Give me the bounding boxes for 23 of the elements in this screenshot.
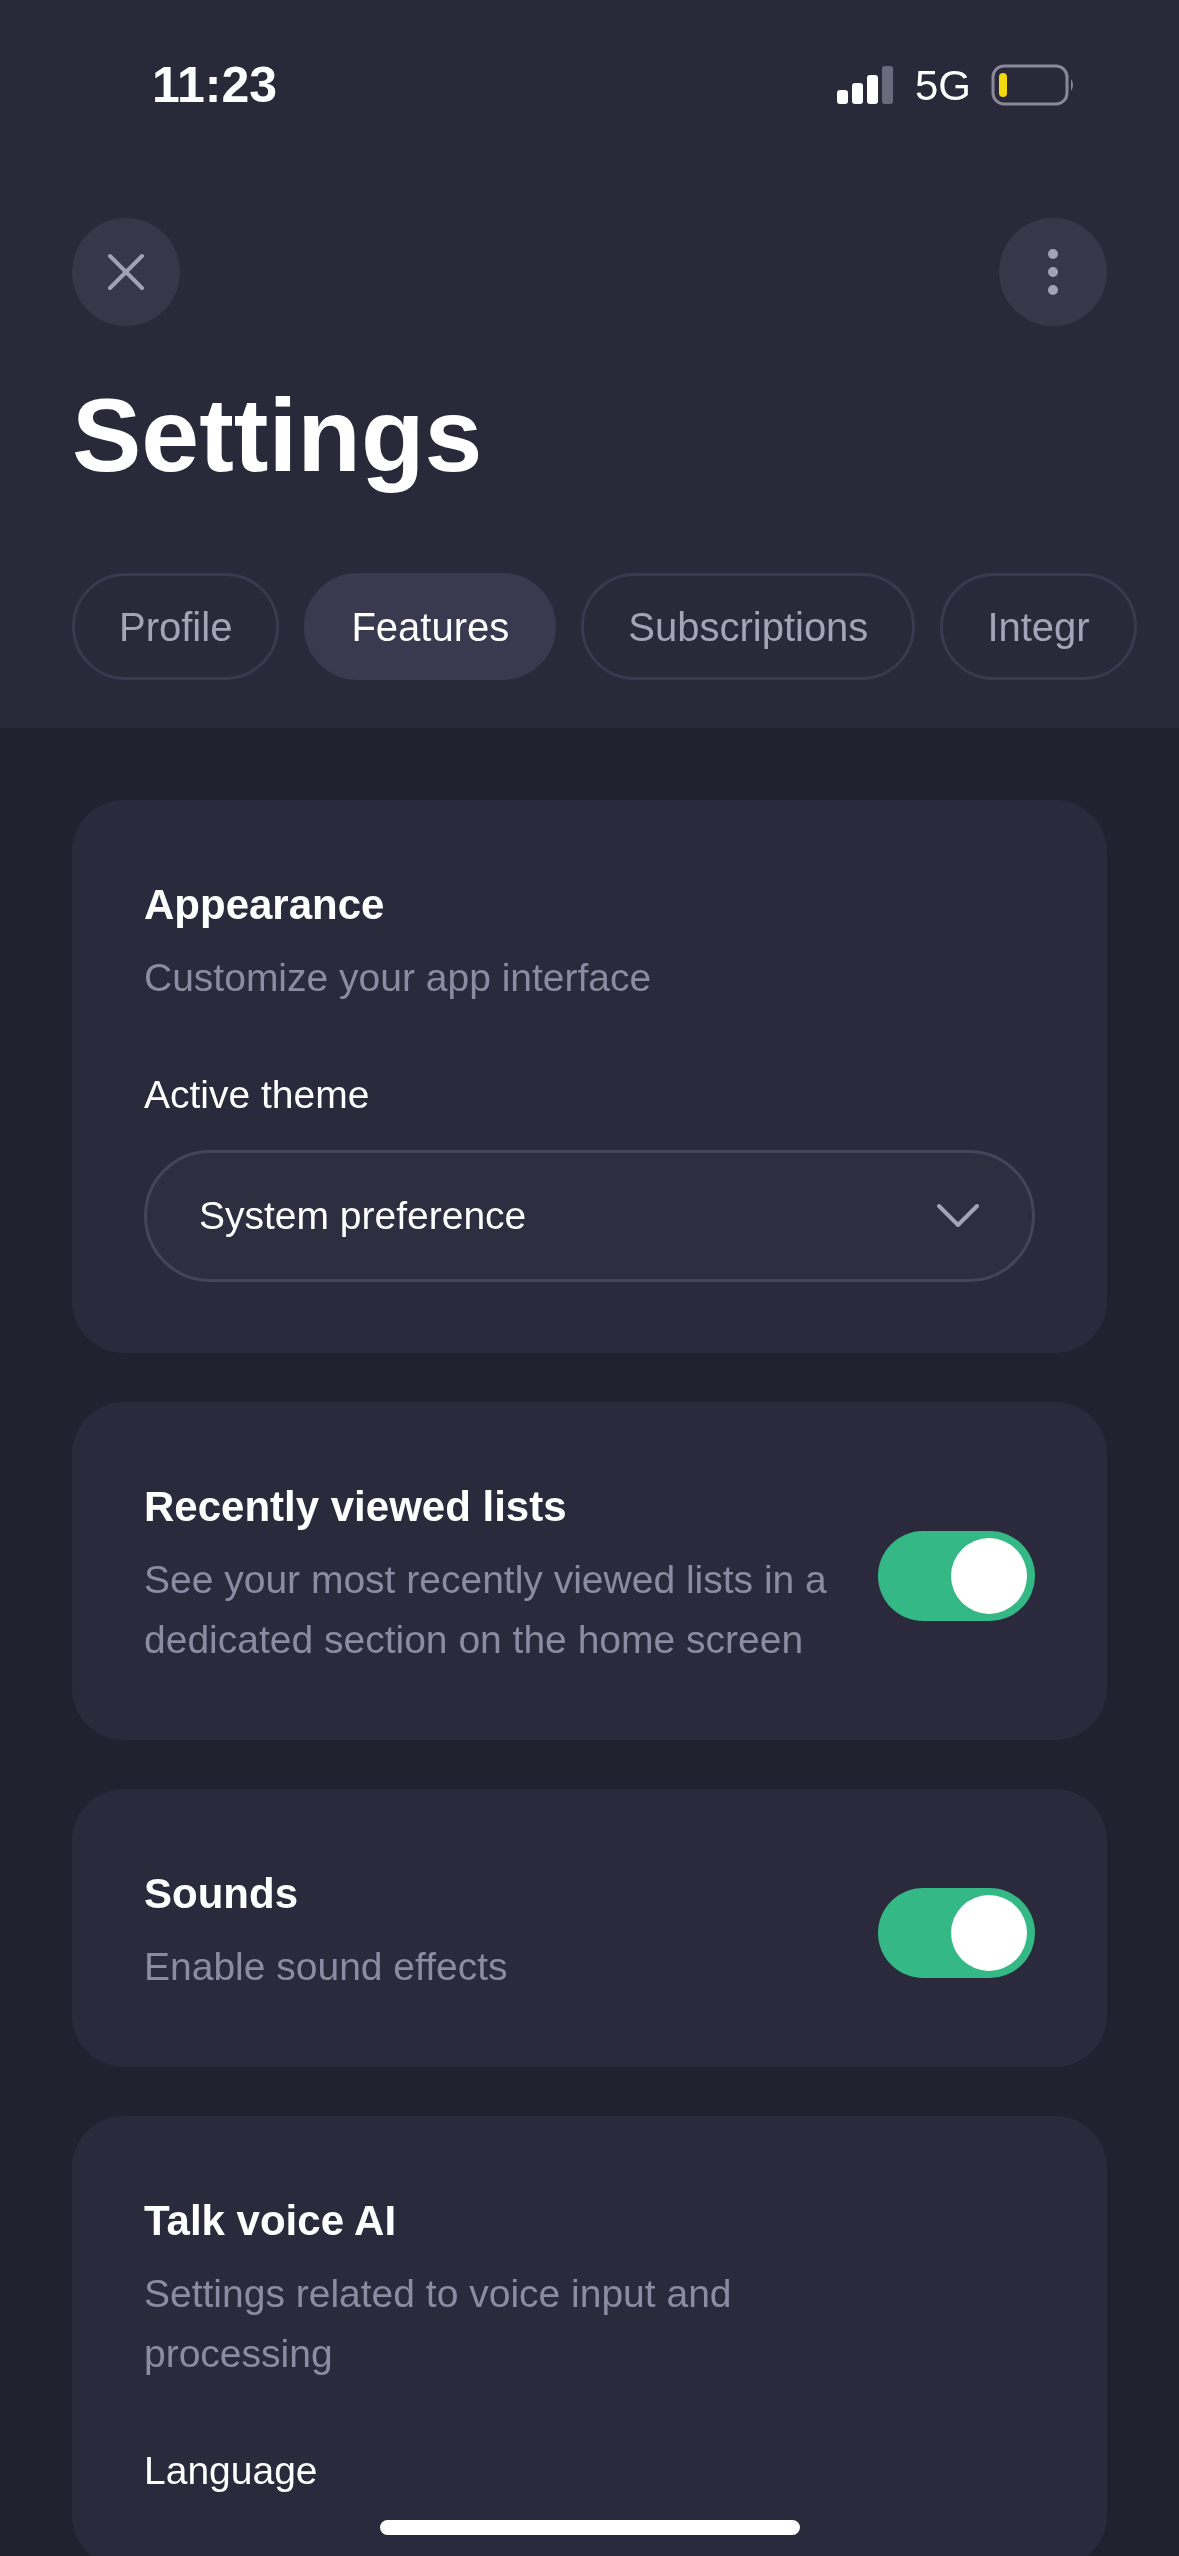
- tab[interactable]: Integr: [940, 573, 1137, 680]
- more-icon: [1047, 248, 1059, 296]
- section-title: Talk voice AI: [144, 2196, 398, 2246]
- section-title: Recently viewed lists: [144, 1482, 568, 1532]
- tab[interactable]: Subscriptions: [581, 573, 916, 680]
- section-description: Enable sound effects: [144, 1944, 509, 1990]
- section-description: Customize your app interface: [144, 955, 653, 1001]
- section-title: Sounds: [144, 1869, 299, 1919]
- field-label: Language: [144, 2448, 319, 2494]
- field-label: Active theme: [144, 1072, 371, 1118]
- tab[interactable]: Features: [304, 573, 557, 680]
- section-title: Appearance: [144, 880, 386, 930]
- status-time: 11:23: [152, 55, 278, 115]
- section-description: See your most recently viewed lists in a dedicated section on the home screen: [144, 1557, 828, 1663]
- tab[interactable]: Profile: [72, 573, 280, 680]
- network-label: 5G: [914, 60, 971, 111]
- chevron-down-icon: [936, 1203, 980, 1229]
- theme-dropdown[interactable]: System preference: [144, 1150, 1035, 1282]
- section-description: Settings related to voice input and processing: [144, 2271, 733, 2377]
- signal-icon: [836, 66, 895, 104]
- close-icon: [107, 253, 145, 291]
- battery-icon: [991, 64, 1075, 106]
- page-title: Settings: [71, 376, 484, 495]
